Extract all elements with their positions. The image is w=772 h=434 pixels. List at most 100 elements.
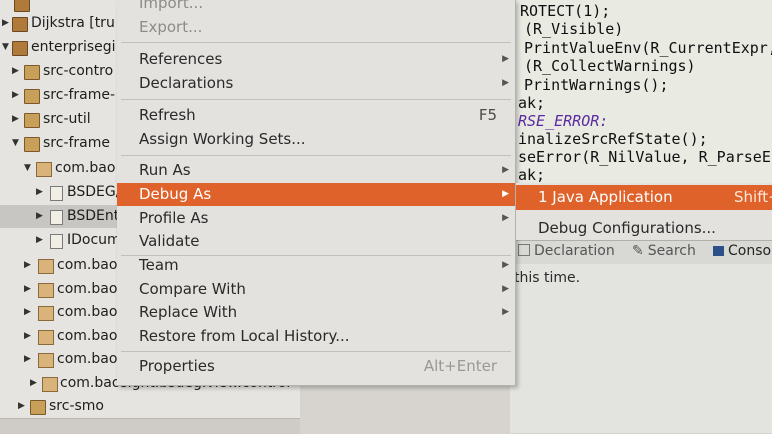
code-line: (R_Visible)	[524, 20, 624, 38]
project-icon	[12, 41, 28, 56]
collapse-arrow-icon[interactable]: ▼	[2, 36, 12, 59]
expand-arrow-icon[interactable]: ▶	[24, 254, 34, 277]
code-line: PrintWarnings();	[524, 76, 669, 94]
tree-row-label: src-frame-	[43, 87, 116, 103]
menu-item-label: Debug As	[139, 185, 212, 203]
menu-item-accelerator: Alt+Enter	[423, 357, 497, 375]
submenu-arrow-icon: ▶	[502, 165, 509, 175]
expand-arrow-icon[interactable]: ▶	[36, 181, 46, 204]
package-icon	[38, 330, 54, 345]
menu-item-import[interactable]: Import...	[117, 0, 515, 15]
package-icon	[38, 259, 54, 274]
horizontal-scrollbar[interactable]	[0, 418, 300, 434]
menu-item-debug-as[interactable]: Debug As ▶	[117, 183, 515, 206]
java-file-icon	[50, 186, 63, 201]
expand-arrow-icon[interactable]: ▶	[24, 325, 34, 348]
menu-item-team[interactable]: Team ▶	[117, 254, 515, 277]
collapse-arrow-icon[interactable]: ▼	[12, 132, 22, 155]
expand-arrow-icon[interactable]: ▶	[18, 395, 28, 418]
declaration-tab[interactable]: Declaration	[518, 243, 615, 259]
menu-item-replace-with[interactable]: Replace With ▶	[117, 301, 515, 324]
tree-row-label: src-frame	[43, 135, 111, 151]
tree-row-label: com.bao	[57, 281, 118, 297]
menu-item-label: Team	[139, 256, 179, 274]
menu-item-label: Profile As	[139, 209, 209, 227]
submenu-item-debug-configurations[interactable]: Debug Configurations...	[516, 216, 772, 241]
menu-item-label: Assign Working Sets...	[139, 130, 306, 148]
search-tab-label: Search	[647, 243, 696, 259]
menu-item-properties[interactable]: Properties Alt+Enter	[117, 355, 515, 378]
menu-separator	[121, 42, 511, 43]
tree-row-label: enterprisegi	[31, 39, 116, 55]
submenu-item-accelerator: Shift+	[734, 188, 772, 206]
menu-item-label: Refresh	[139, 106, 196, 124]
package-icon	[42, 377, 58, 392]
submenu-arrow-icon: ▶	[502, 307, 509, 317]
menu-item-compare-with[interactable]: Compare With ▶	[117, 278, 515, 301]
source-folder-icon	[24, 137, 40, 152]
search-tab[interactable]: ✎ Search	[632, 243, 696, 259]
source-folder-icon	[30, 400, 46, 415]
source-folder-icon	[24, 89, 40, 104]
console-message: this time.	[514, 270, 581, 286]
expand-arrow-icon[interactable]: ▶	[2, 12, 12, 35]
expand-arrow-icon[interactable]: ▶	[36, 205, 46, 228]
expand-arrow-icon[interactable]: ▶	[36, 229, 46, 252]
tree-row-label: src-contro	[43, 63, 114, 79]
code-line: ak;	[518, 94, 546, 112]
menu-item-restore-local-history[interactable]: Restore from Local History...	[117, 325, 515, 348]
expand-arrow-icon[interactable]: ▶	[30, 372, 40, 395]
menu-item-references[interactable]: References ▶	[117, 48, 515, 71]
tree-row-label: com.bao	[55, 160, 116, 176]
expand-arrow-icon[interactable]: ▶	[24, 278, 34, 301]
menu-separator	[121, 99, 511, 100]
expand-arrow-icon[interactable]: ▶	[12, 84, 22, 107]
menu-item-profile-as[interactable]: Profile As ▶	[117, 207, 515, 230]
menu-item-validate[interactable]: Validate	[117, 230, 515, 253]
collapse-arrow-icon[interactable]: ▼	[24, 157, 34, 180]
code-line: (R_CollectWarnings)	[524, 57, 696, 75]
expand-arrow-icon[interactable]: ▶	[12, 60, 22, 83]
console-panel: this time.	[510, 264, 772, 433]
menu-item-label: Validate	[139, 232, 200, 250]
source-folder-icon	[24, 65, 40, 80]
package-icon	[36, 162, 52, 177]
console-tab-label: Conso	[728, 243, 772, 259]
code-line: PrintValueEnv(R_CurrentExpr, rh	[524, 39, 772, 57]
expand-arrow-icon[interactable]: ▶	[24, 301, 34, 324]
tree-row-label: src-smo	[49, 398, 104, 414]
submenu-item-java-application[interactable]: 1 Java Application Shift+	[516, 185, 772, 210]
tree-row-label: com.bao	[57, 304, 118, 320]
tree-row-label: src-util	[43, 111, 91, 127]
menu-item-export[interactable]: Export...	[117, 16, 515, 39]
expand-arrow-icon[interactable]: ▶	[24, 348, 34, 371]
menu-item-label: Compare With	[139, 280, 246, 298]
menu-item-declarations[interactable]: Declarations ▶	[117, 72, 515, 95]
java-file-icon	[50, 210, 63, 225]
declaration-icon	[518, 244, 530, 256]
submenu-arrow-icon: ▶	[502, 213, 509, 223]
search-icon: ✎	[632, 243, 644, 259]
source-folder-icon	[24, 113, 40, 128]
menu-item-refresh[interactable]: Refresh F5	[117, 104, 515, 127]
menu-item-assign-working-sets[interactable]: Assign Working Sets...	[117, 128, 515, 151]
declaration-tab-label: Declaration	[534, 243, 615, 259]
tree-row-label: IDocum	[67, 232, 121, 248]
tree-row-label: Dijkstra [tru	[31, 15, 115, 31]
console-icon	[713, 246, 724, 256]
menu-item-label: Declarations	[139, 74, 234, 92]
code-line: RSE_ERROR:	[518, 112, 609, 130]
menu-item-accelerator: F5	[478, 106, 497, 124]
menu-item-run-as[interactable]: Run As ▶	[117, 159, 515, 182]
debug-as-submenu: 1 Java Application Shift+ Debug Configur…	[515, 183, 772, 240]
expand-arrow-icon[interactable]: ▶	[12, 108, 22, 131]
context-menu: Import... Export... References ▶ Declara…	[117, 0, 516, 386]
tree-row-label: com.bao	[57, 328, 118, 344]
tree-row-label: BSDEnt	[67, 208, 120, 224]
submenu-item-label: 1 Java Application	[538, 188, 673, 206]
menu-separator	[121, 155, 511, 156]
tree-row-label: BSDEG/	[67, 184, 121, 200]
menu-item-label: Restore from Local History...	[139, 327, 350, 345]
tree-row-src-smo[interactable]: ▶ src-smo	[0, 395, 300, 418]
console-tab[interactable]: Conso	[713, 243, 771, 259]
